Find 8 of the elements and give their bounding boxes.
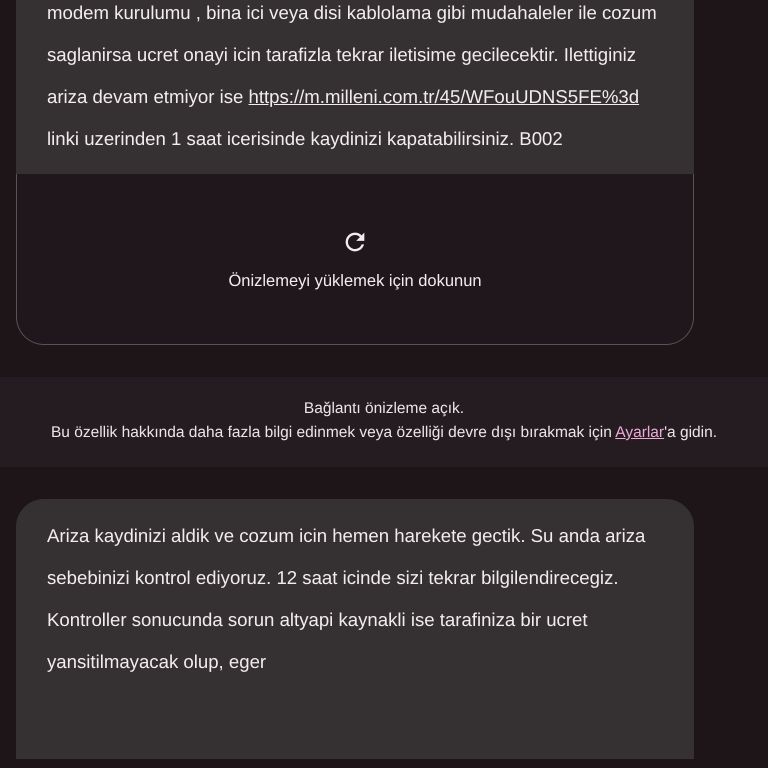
preview-label: Önizlemeyi yüklemek için dokunun: [228, 272, 482, 290]
message-text: modem kurulumu , bina ici veya disi kablolama gibi mudahaleler ile cozum saglanirsa ucret onayi icin tarafizla tekrar iletisime gecilecektir. Ilettiginiz ariza devam etmiyor ise https://m.milleni.com.tr/45/WFouUDNS5FE%3d linki uzerinden 1 saat icerisinde kaydinizi kapatabilirsiniz. B002: [46, 1, 658, 151]
notice-text: Bu özellik hakkında daha fazla bilgi edinmek veya özelliği devre dışı bırakmak için Ayarlar'a gidin.: [50, 423, 718, 443]
notice-title: Bağlantı önizleme açık.: [302, 399, 466, 419]
link-preview[interactable]: Önizlemeyi yüklemek için dokunun: [16, 174, 694, 345]
message-link[interactable]: https://m.milleni.com.tr/45/WFouUDNS5FE%3d: [248, 86, 640, 107]
settings-link[interactable]: Ayarlar: [615, 424, 664, 441]
message-text: Ariza kaydinizi aldik ve cozum icin hemen harekete gectik. Su anda ariza sebebinizi kontrol ediyoruz. 12 saat icinde sizi tekrar bilgilendirecegiz. Kontroller sonucunda sorun altyapi kaynakli ise tarafiniza bir ucret yansitilmayacak olup, eger: [46, 524, 646, 674]
